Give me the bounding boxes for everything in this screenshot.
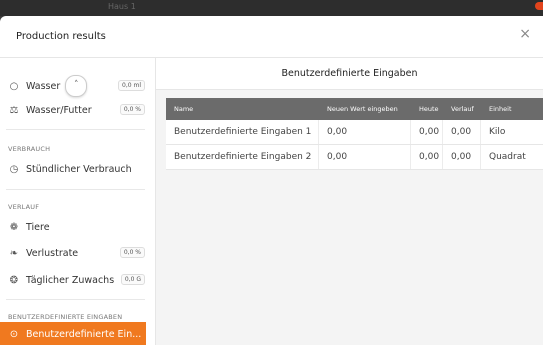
section-header-benutzerdefiniert: BENUTZERDEFINIERTE EINGABEN — [8, 313, 123, 321]
table-row[interactable]: Benutzerdefinierte Eingaben 1 0,00 0,00 … — [166, 120, 543, 145]
column-header-name[interactable]: Name — [166, 98, 319, 120]
collapse-chevron-icon[interactable]: ˄ — [65, 75, 88, 97]
water-drop-icon: ○ — [9, 80, 19, 92]
value-badge: 0,0 % — [119, 104, 145, 115]
sidebar-divider — [6, 299, 145, 300]
page-title: Benutzerdefinierte Eingaben — [156, 58, 543, 90]
cell-today: 0,00 — [411, 120, 443, 144]
sidebar-item-wasser-futter[interactable]: ⚖ Wasser/Futter 0,0 % — [6, 98, 145, 122]
sidebar-item-wasser[interactable]: ○ Wasser ˄ 0,0 ml — [6, 74, 145, 98]
sidebar-item-label: Wasser/Futter — [26, 104, 92, 116]
sidebar-item-stuendlicher-verbrauch[interactable]: ◷ Stündlicher Verbrauch — [6, 157, 145, 181]
cell-history: 0,00 — [443, 145, 481, 169]
new-value-input[interactable]: 0,00 — [319, 145, 411, 169]
sidebar: ○ Wasser ˄ 0,0 ml ⚖ Wasser/Futter 0,0 % … — [0, 58, 156, 345]
sidebar-item-label: Tiere — [26, 221, 50, 233]
custom-input-icon: ⊙ — [9, 328, 19, 340]
modal-header: Production results × — [0, 16, 543, 58]
custom-inputs-table: Name Neuen Wert eingeben Heute Verlauf E… — [166, 98, 543, 170]
window-titlebar: Haus 1 — [0, 0, 543, 16]
sidebar-divider — [6, 129, 145, 130]
value-badge: 0,0 G — [120, 274, 145, 285]
sidebar-item-verlustrate[interactable]: ❧ Verlustrate 0,0 % — [6, 241, 145, 265]
bird-icon: ❁ — [9, 221, 19, 233]
table-row[interactable]: Benutzerdefinierte Eingaben 2 0,00 0,00 … — [166, 145, 543, 170]
sidebar-item-taeglicher-zuwachs[interactable]: ❂ Täglicher Zuwachs 0,0 G — [6, 268, 145, 292]
cell-history: 0,00 — [443, 120, 481, 144]
sidebar-item-label: Benutzerdefinierte Ein... — [26, 328, 142, 340]
production-results-modal: Production results × ○ Wasser ˄ 0,0 ml ⚖… — [0, 16, 543, 345]
sidebar-item-tiere[interactable]: ❁ Tiere — [6, 215, 145, 239]
cell-unit: Kilo — [481, 120, 543, 144]
close-icon[interactable]: × — [519, 27, 531, 41]
column-header-unit[interactable]: Einheit — [481, 98, 543, 120]
sidebar-item-label: Stündlicher Verbrauch — [26, 163, 132, 175]
window-close-dot[interactable] — [535, 2, 543, 10]
growth-icon: ❂ — [9, 274, 19, 286]
table-header-row: Name Neuen Wert eingeben Heute Verlauf E… — [166, 98, 543, 120]
feather-icon: ❧ — [9, 247, 19, 259]
sidebar-item-label: Täglicher Zuwachs — [26, 274, 115, 286]
sidebar-item-benutzerdefinierte-eingaben[interactable]: ⊙ Benutzerdefinierte Ein... — [0, 322, 146, 345]
column-header-history[interactable]: Verlauf — [443, 98, 481, 120]
modal-title: Production results — [16, 31, 106, 42]
cell-unit: Quadrat — [481, 145, 543, 169]
sidebar-divider — [6, 189, 145, 190]
sidebar-item-label: Wasser — [26, 80, 61, 92]
column-header-today[interactable]: Heute — [411, 98, 443, 120]
cell-today: 0,00 — [411, 145, 443, 169]
cell-name: Benutzerdefinierte Eingaben 2 — [166, 145, 319, 169]
main-content: Benutzerdefinierte Eingaben Name Neuen W… — [156, 58, 543, 345]
window-ghost-title: Haus 1 — [108, 2, 136, 11]
scale-icon: ⚖ — [9, 104, 19, 116]
new-value-input[interactable]: 0,00 — [319, 120, 411, 144]
cell-name: Benutzerdefinierte Eingaben 1 — [166, 120, 319, 144]
value-badge: 0,0 ml — [118, 80, 145, 91]
section-header-verbrauch: VERBRAUCH — [8, 145, 51, 153]
section-header-verlauf: VERLAUF — [8, 203, 40, 211]
value-badge: 0,0 % — [119, 247, 145, 258]
column-header-new-value[interactable]: Neuen Wert eingeben — [319, 98, 411, 120]
clock-icon: ◷ — [9, 163, 19, 175]
sidebar-item-label: Verlustrate — [26, 247, 79, 259]
